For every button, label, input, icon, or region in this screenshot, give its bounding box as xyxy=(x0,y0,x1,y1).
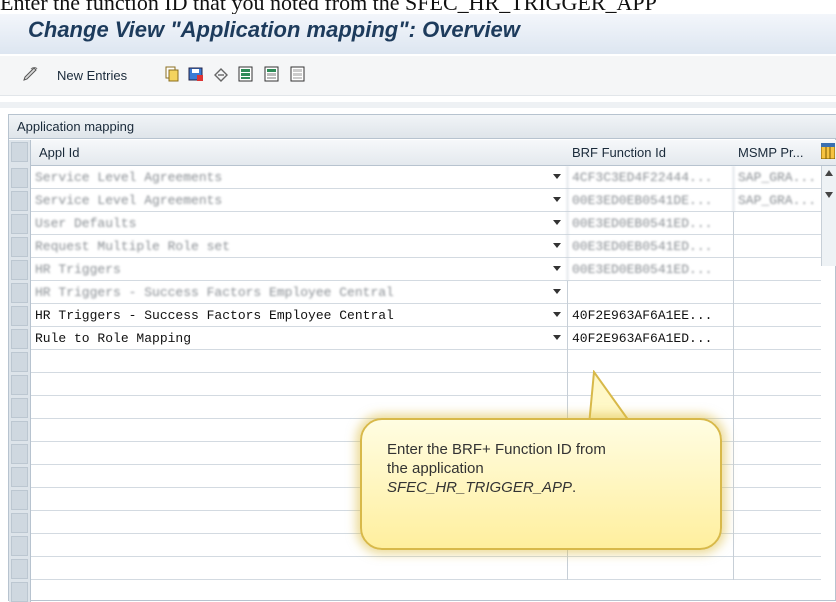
msmp-cell[interactable] xyxy=(733,281,821,304)
undo-icon[interactable] xyxy=(213,66,229,82)
row-selector[interactable] xyxy=(11,237,28,257)
brf-function-id-cell[interactable]: 40F2E963AF6A1ED... xyxy=(567,327,733,350)
dropdown-arrow-icon[interactable] xyxy=(553,197,561,202)
select-all-icon[interactable] xyxy=(238,66,254,82)
table-row[interactable]: Service Level Agreements 00E3ED0EB0541DE… xyxy=(31,189,821,212)
msmp-cell[interactable]: SAP_GRA... xyxy=(733,189,821,212)
row-selector[interactable] xyxy=(11,352,28,372)
row-selector[interactable] xyxy=(11,467,28,487)
dropdown-arrow-icon[interactable] xyxy=(553,174,561,179)
row-selector[interactable] xyxy=(11,398,28,418)
appl-id-cell[interactable]: HR Triggers - Success Factors Employee C… xyxy=(31,281,567,304)
callout-bubble: Enter the BRF+ Function ID from the appl… xyxy=(360,418,722,550)
brf-function-id-cell[interactable]: 00E3ED0EB0541ED... xyxy=(567,212,733,235)
msmp-cell[interactable]: SAP_GRA... xyxy=(733,166,821,189)
dropdown-arrow-icon[interactable] xyxy=(553,289,561,294)
row-selector[interactable] xyxy=(11,214,28,234)
deselect-all-icon[interactable] xyxy=(290,66,306,82)
brf-function-id-cell[interactable]: 4CF3C3ED4F22444... xyxy=(567,166,733,189)
header-select-all[interactable] xyxy=(11,142,28,162)
brf-function-id-cell[interactable]: 00E3ED0EB0541DE... xyxy=(567,189,733,212)
vertical-scrollbar[interactable] xyxy=(821,166,836,266)
msmp-cell[interactable] xyxy=(733,235,821,258)
application-toolbar: New Entries xyxy=(0,56,836,96)
appl-id-cell[interactable]: User Defaults xyxy=(31,212,567,235)
row-selector[interactable] xyxy=(11,375,28,395)
document-caption: Enter the function ID that you noted fro… xyxy=(0,0,657,14)
table-row[interactable]: HR Triggers - Success Factors Employee C… xyxy=(31,304,821,327)
scroll-down-icon[interactable] xyxy=(825,192,833,198)
table-row[interactable]: HR Triggers 00E3ED0EB0541ED... xyxy=(31,258,821,281)
appl-id-cell[interactable]: Request Multiple Role set xyxy=(31,235,567,258)
column-settings-icon[interactable] xyxy=(820,142,836,162)
callout-line-1: Enter the BRF+ Function ID from xyxy=(387,441,606,458)
row-selector[interactable] xyxy=(11,559,28,579)
callout-app-name: SFEC_HR_TRIGGER_APP xyxy=(387,479,573,496)
column-header-msmp[interactable]: MSMP Pr... xyxy=(738,145,804,160)
dropdown-arrow-icon[interactable] xyxy=(553,312,561,317)
row-selector[interactable] xyxy=(11,444,28,464)
table-row[interactable]: Rule to Role Mapping 40F2E963AF6A1ED... xyxy=(31,327,821,350)
row-selector[interactable] xyxy=(11,168,28,188)
empty-row[interactable] xyxy=(31,396,821,419)
table-row[interactable]: HR Triggers - Success Factors Employee C… xyxy=(31,281,821,304)
appl-id-cell[interactable]: Service Level Agreements xyxy=(31,189,567,212)
toolbar-separator xyxy=(0,102,836,108)
select-block-icon[interactable] xyxy=(264,66,280,82)
row-selector[interactable] xyxy=(11,283,28,303)
page-title: Change View "Application mapping": Overv… xyxy=(28,17,520,42)
brf-function-id-cell[interactable]: 00E3ED0EB0541ED... xyxy=(567,258,733,281)
row-selector[interactable] xyxy=(11,191,28,211)
row-selector[interactable] xyxy=(11,260,28,280)
copy-icon[interactable] xyxy=(164,66,180,82)
row-selector[interactable] xyxy=(11,490,28,510)
dropdown-arrow-icon[interactable] xyxy=(553,266,561,271)
callout-line-2: the application xyxy=(387,460,484,477)
table-title: Application mapping xyxy=(9,115,836,139)
dropdown-arrow-icon[interactable] xyxy=(553,335,561,340)
msmp-cell[interactable] xyxy=(733,258,821,281)
row-selector[interactable] xyxy=(11,582,28,602)
new-entries-button[interactable]: New Entries xyxy=(57,68,127,83)
empty-row[interactable] xyxy=(31,373,821,396)
appl-id-cell[interactable]: Service Level Agreements xyxy=(31,166,567,189)
dropdown-arrow-icon[interactable] xyxy=(553,243,561,248)
msmp-cell[interactable] xyxy=(733,304,821,327)
row-selector[interactable] xyxy=(11,513,28,533)
table-row[interactable]: Request Multiple Role set 00E3ED0EB0541E… xyxy=(31,235,821,258)
row-selector[interactable] xyxy=(11,306,28,326)
column-header-appl-id[interactable]: Appl Id xyxy=(39,145,79,160)
appl-id-cell[interactable]: HR Triggers - Success Factors Employee C… xyxy=(31,304,567,327)
column-header-brf-function-id[interactable]: BRF Function Id xyxy=(572,145,666,160)
row-selector[interactable] xyxy=(11,536,28,556)
callout-text: Enter the BRF+ Function ID from the appl… xyxy=(387,440,707,497)
edit-icon[interactable] xyxy=(22,66,38,82)
brf-function-id-cell[interactable] xyxy=(567,281,733,304)
scroll-up-icon[interactable] xyxy=(825,170,833,176)
row-selector[interactable] xyxy=(11,329,28,349)
table-row[interactable]: User Defaults 00E3ED0EB0541ED... xyxy=(31,212,821,235)
brf-function-id-cell[interactable]: 00E3ED0EB0541ED... xyxy=(567,235,733,258)
table-header: Appl Id BRF Function Id MSMP Pr... xyxy=(9,140,836,166)
dropdown-arrow-icon[interactable] xyxy=(553,220,561,225)
save-icon[interactable] xyxy=(188,66,204,82)
empty-row[interactable] xyxy=(31,557,821,580)
empty-row[interactable] xyxy=(31,350,821,373)
appl-id-cell[interactable]: HR Triggers xyxy=(31,258,567,281)
callout-period: . xyxy=(572,479,577,496)
msmp-cell[interactable] xyxy=(733,327,821,350)
msmp-cell[interactable] xyxy=(733,212,821,235)
table-row[interactable]: Service Level Agreements 4CF3C3ED4F22444… xyxy=(31,166,821,189)
row-selector-column xyxy=(9,140,31,602)
appl-id-cell[interactable]: Rule to Role Mapping xyxy=(31,327,567,350)
title-bar: Change View "Application mapping": Overv… xyxy=(0,14,836,54)
brf-function-id-cell[interactable]: 40F2E963AF6A1EE... xyxy=(567,304,733,327)
row-selector[interactable] xyxy=(11,421,28,441)
